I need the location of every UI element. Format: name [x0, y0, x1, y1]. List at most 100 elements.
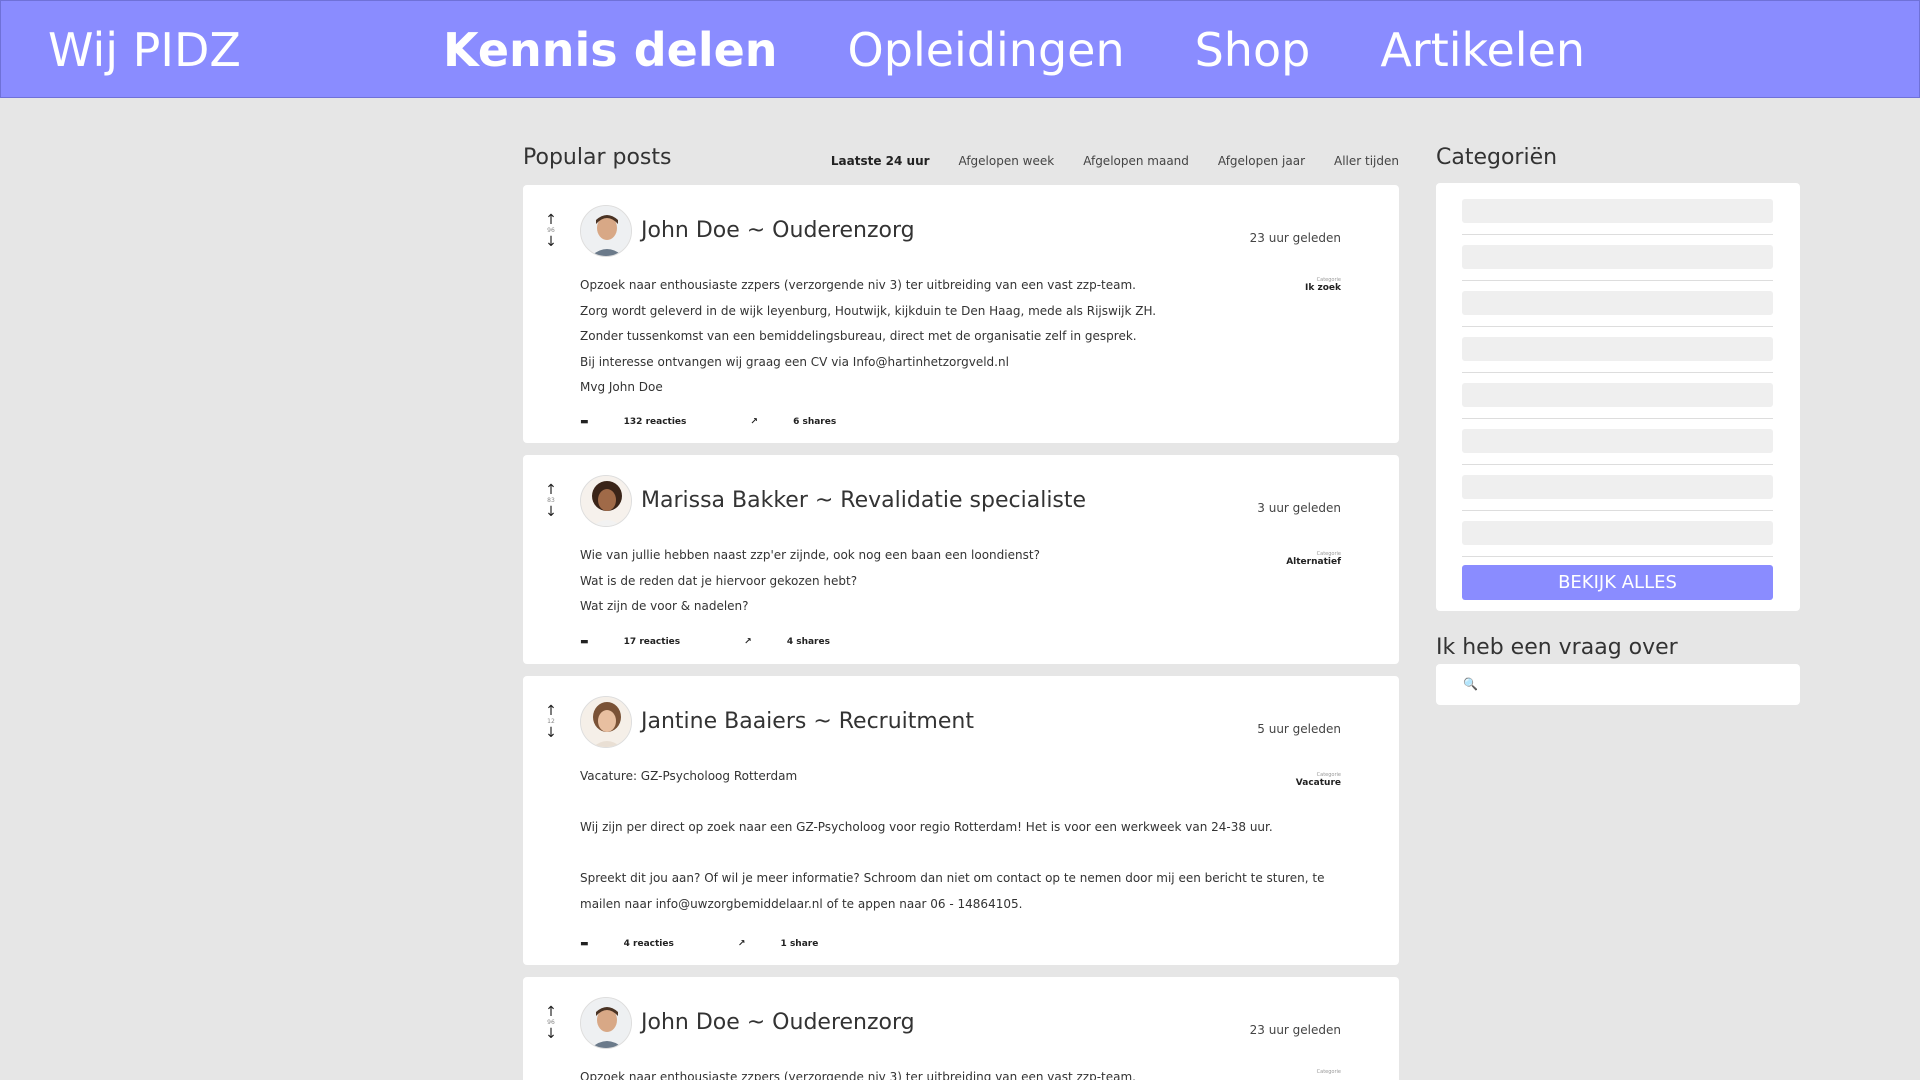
reactions-link[interactable]: ▬ 17 reacties: [580, 637, 712, 647]
nav-shop[interactable]: Shop: [1195, 23, 1311, 77]
post-line: Vacature: GZ-Psycholoog Rotterdam: [580, 769, 798, 783]
reactions-count: 132 reacties: [623, 417, 687, 427]
post-time: 5 uur geleden: [1257, 722, 1341, 736]
avatar[interactable]: [580, 205, 632, 257]
downvote-icon[interactable]: ↓: [545, 726, 557, 740]
time-filters: Laatste 24 uur Afgelopen week Afgelopen …: [802, 154, 1399, 168]
post-category: Categorie Ik zoek: [1305, 277, 1341, 293]
categories-title: Categoriën: [1436, 145, 1558, 170]
nav-opleidingen[interactable]: Opleidingen: [848, 23, 1125, 77]
post-body: Opzoek naar enthousiaste zzpers (verzorg…: [580, 273, 1279, 401]
upvote-icon[interactable]: ↑: [545, 704, 557, 718]
category-label: Categorie: [1316, 1069, 1341, 1075]
avatar[interactable]: [580, 475, 632, 527]
category-placeholder[interactable]: [1462, 337, 1773, 361]
filter-all-time[interactable]: Aller tijden: [1334, 154, 1399, 168]
upvote-icon[interactable]: ↑: [545, 1005, 557, 1019]
post-time: 23 uur geleden: [1249, 1023, 1341, 1037]
reactions-link[interactable]: ▬ 132 reacties: [580, 417, 718, 427]
vote-control: ↑ 12 ↓: [545, 704, 557, 740]
downvote-icon[interactable]: ↓: [545, 1027, 557, 1041]
category-value: Vacature: [1295, 778, 1341, 788]
filter-week[interactable]: Afgelopen week: [959, 154, 1055, 168]
downvote-icon[interactable]: ↓: [545, 505, 557, 519]
post-card[interactable]: ↑ 96 ↓ John Doe ~ Ouderenzorg 23 uur gel…: [523, 185, 1399, 443]
post-meta: ▬ 132 reacties ↗ 6 shares: [580, 417, 900, 427]
post-author[interactable]: John Doe ~ Ouderenzorg: [641, 218, 915, 243]
reactions-link[interactable]: ▬ 4 reacties: [580, 939, 706, 949]
downvote-icon[interactable]: ↓: [545, 235, 557, 249]
divider: [1462, 464, 1773, 465]
share-icon: ↗: [744, 637, 752, 647]
post-category: Categorie: [1317, 1069, 1341, 1075]
post-line: Wie van jullie hebben naast zzp'er zijnd…: [580, 548, 1040, 562]
post-line: [580, 841, 1279, 867]
vote-control: ↑ 96 ↓: [545, 213, 557, 249]
category-placeholder[interactable]: [1462, 199, 1773, 223]
category-placeholder[interactable]: [1462, 291, 1773, 315]
divider: [1462, 234, 1773, 235]
category-placeholder[interactable]: [1462, 245, 1773, 269]
search-box: 🔍: [1436, 664, 1800, 705]
post-meta: ▬ 17 reacties ↗ 4 shares: [580, 637, 894, 647]
category-value: Ik zoek: [1305, 283, 1341, 293]
post-card[interactable]: ↑ 12 ↓ Jantine Baaiers ~ Recruitment 5 u…: [523, 676, 1399, 965]
post-card[interactable]: ↑ 83 ↓ Marissa Bakker ~ Revalidatie spec…: [523, 455, 1399, 664]
upvote-icon[interactable]: ↑: [545, 213, 557, 227]
post-body: Vacature: GZ-Psycholoog Rotterdam Wij zi…: [580, 764, 1324, 917]
main-nav: Kennis delen Opleidingen Shop Artikelen: [443, 23, 1655, 77]
view-all-button[interactable]: BEKIJK ALLES: [1462, 565, 1773, 600]
post-line: mailen naar info@uwzorgbemiddelaar.nl of…: [580, 896, 1023, 911]
category-placeholder[interactable]: [1462, 383, 1773, 407]
post-line: Zonder tussenkomst van een bemiddelingsb…: [580, 329, 1137, 343]
reactions-count: 4 reacties: [623, 939, 674, 949]
top-navbar: Wij PIDZ Kennis delen Opleidingen Shop A…: [0, 0, 1920, 98]
post-line: Mvg John Doe: [580, 380, 663, 394]
divider: [1462, 372, 1773, 373]
vote-control: ↑ 96 ↓: [545, 1005, 557, 1041]
post-line: Wat zijn de voor & nadelen?: [580, 599, 749, 613]
filter-month[interactable]: Afgelopen maand: [1083, 154, 1189, 168]
category-placeholder[interactable]: [1462, 475, 1773, 499]
share-icon: ↗: [750, 417, 758, 427]
avatar[interactable]: [580, 997, 632, 1049]
post-body: Opzoek naar enthousiaste zzpers (verzorg…: [580, 1065, 1279, 1080]
shares-link[interactable]: ↗ 6 shares: [750, 417, 868, 427]
sidebar: Categoriën BEKIJK ALLES Ik heb een vraag…: [1436, 145, 1800, 705]
nav-artikelen[interactable]: Artikelen: [1380, 23, 1585, 77]
comment-icon: ▬: [580, 417, 589, 427]
shares-link[interactable]: ↗ 4 shares: [744, 637, 862, 647]
search-input[interactable]: [1486, 672, 1776, 696]
upvote-icon[interactable]: ↑: [545, 483, 557, 497]
filter-24h[interactable]: Laatste 24 uur: [831, 154, 930, 168]
post-line: Opzoek naar enthousiaste zzpers (verzorg…: [580, 278, 1136, 292]
post-category: Categorie Alternatief: [1286, 551, 1341, 567]
post-line: Bij interesse ontvangen wij graag een CV…: [580, 354, 1009, 369]
filter-year[interactable]: Afgelopen jaar: [1218, 154, 1305, 168]
category-value: Alternatief: [1286, 557, 1341, 567]
category-placeholder[interactable]: [1462, 521, 1773, 545]
comment-icon: ▬: [580, 637, 589, 647]
brand-logo[interactable]: Wij PIDZ: [48, 23, 241, 77]
post-line: Wat is de reden dat je hiervoor gekozen …: [580, 573, 858, 588]
avatar[interactable]: [580, 696, 632, 748]
shares-count: 1 share: [780, 939, 819, 949]
vote-control: ↑ 83 ↓: [545, 483, 557, 519]
shares-link[interactable]: ↗ 1 share: [738, 939, 850, 949]
post-time: 3 uur geleden: [1257, 501, 1341, 515]
shares-count: 4 shares: [786, 637, 830, 647]
post-line: Opzoek naar enthousiaste zzpers (verzorg…: [580, 1070, 1136, 1080]
feed-title: Popular posts: [523, 145, 672, 170]
post-author[interactable]: Jantine Baaiers ~ Recruitment: [641, 709, 974, 734]
post-author[interactable]: Marissa Bakker ~ Revalidatie specialiste: [641, 488, 1086, 513]
reactions-count: 17 reacties: [623, 637, 681, 647]
divider: [1462, 556, 1773, 557]
categories-box: BEKIJK ALLES: [1436, 183, 1800, 611]
share-icon: ↗: [737, 939, 746, 949]
post-author[interactable]: John Doe ~ Ouderenzorg: [641, 1010, 915, 1035]
post-card[interactable]: ↑ 96 ↓ John Doe ~ Ouderenzorg 23 uur gel…: [523, 977, 1399, 1080]
nav-kennis-delen[interactable]: Kennis delen: [443, 23, 778, 77]
post-line: Zorg wordt geleverd in de wijk leyenburg…: [580, 303, 1157, 318]
divider: [1462, 510, 1773, 511]
category-placeholder[interactable]: [1462, 429, 1773, 453]
